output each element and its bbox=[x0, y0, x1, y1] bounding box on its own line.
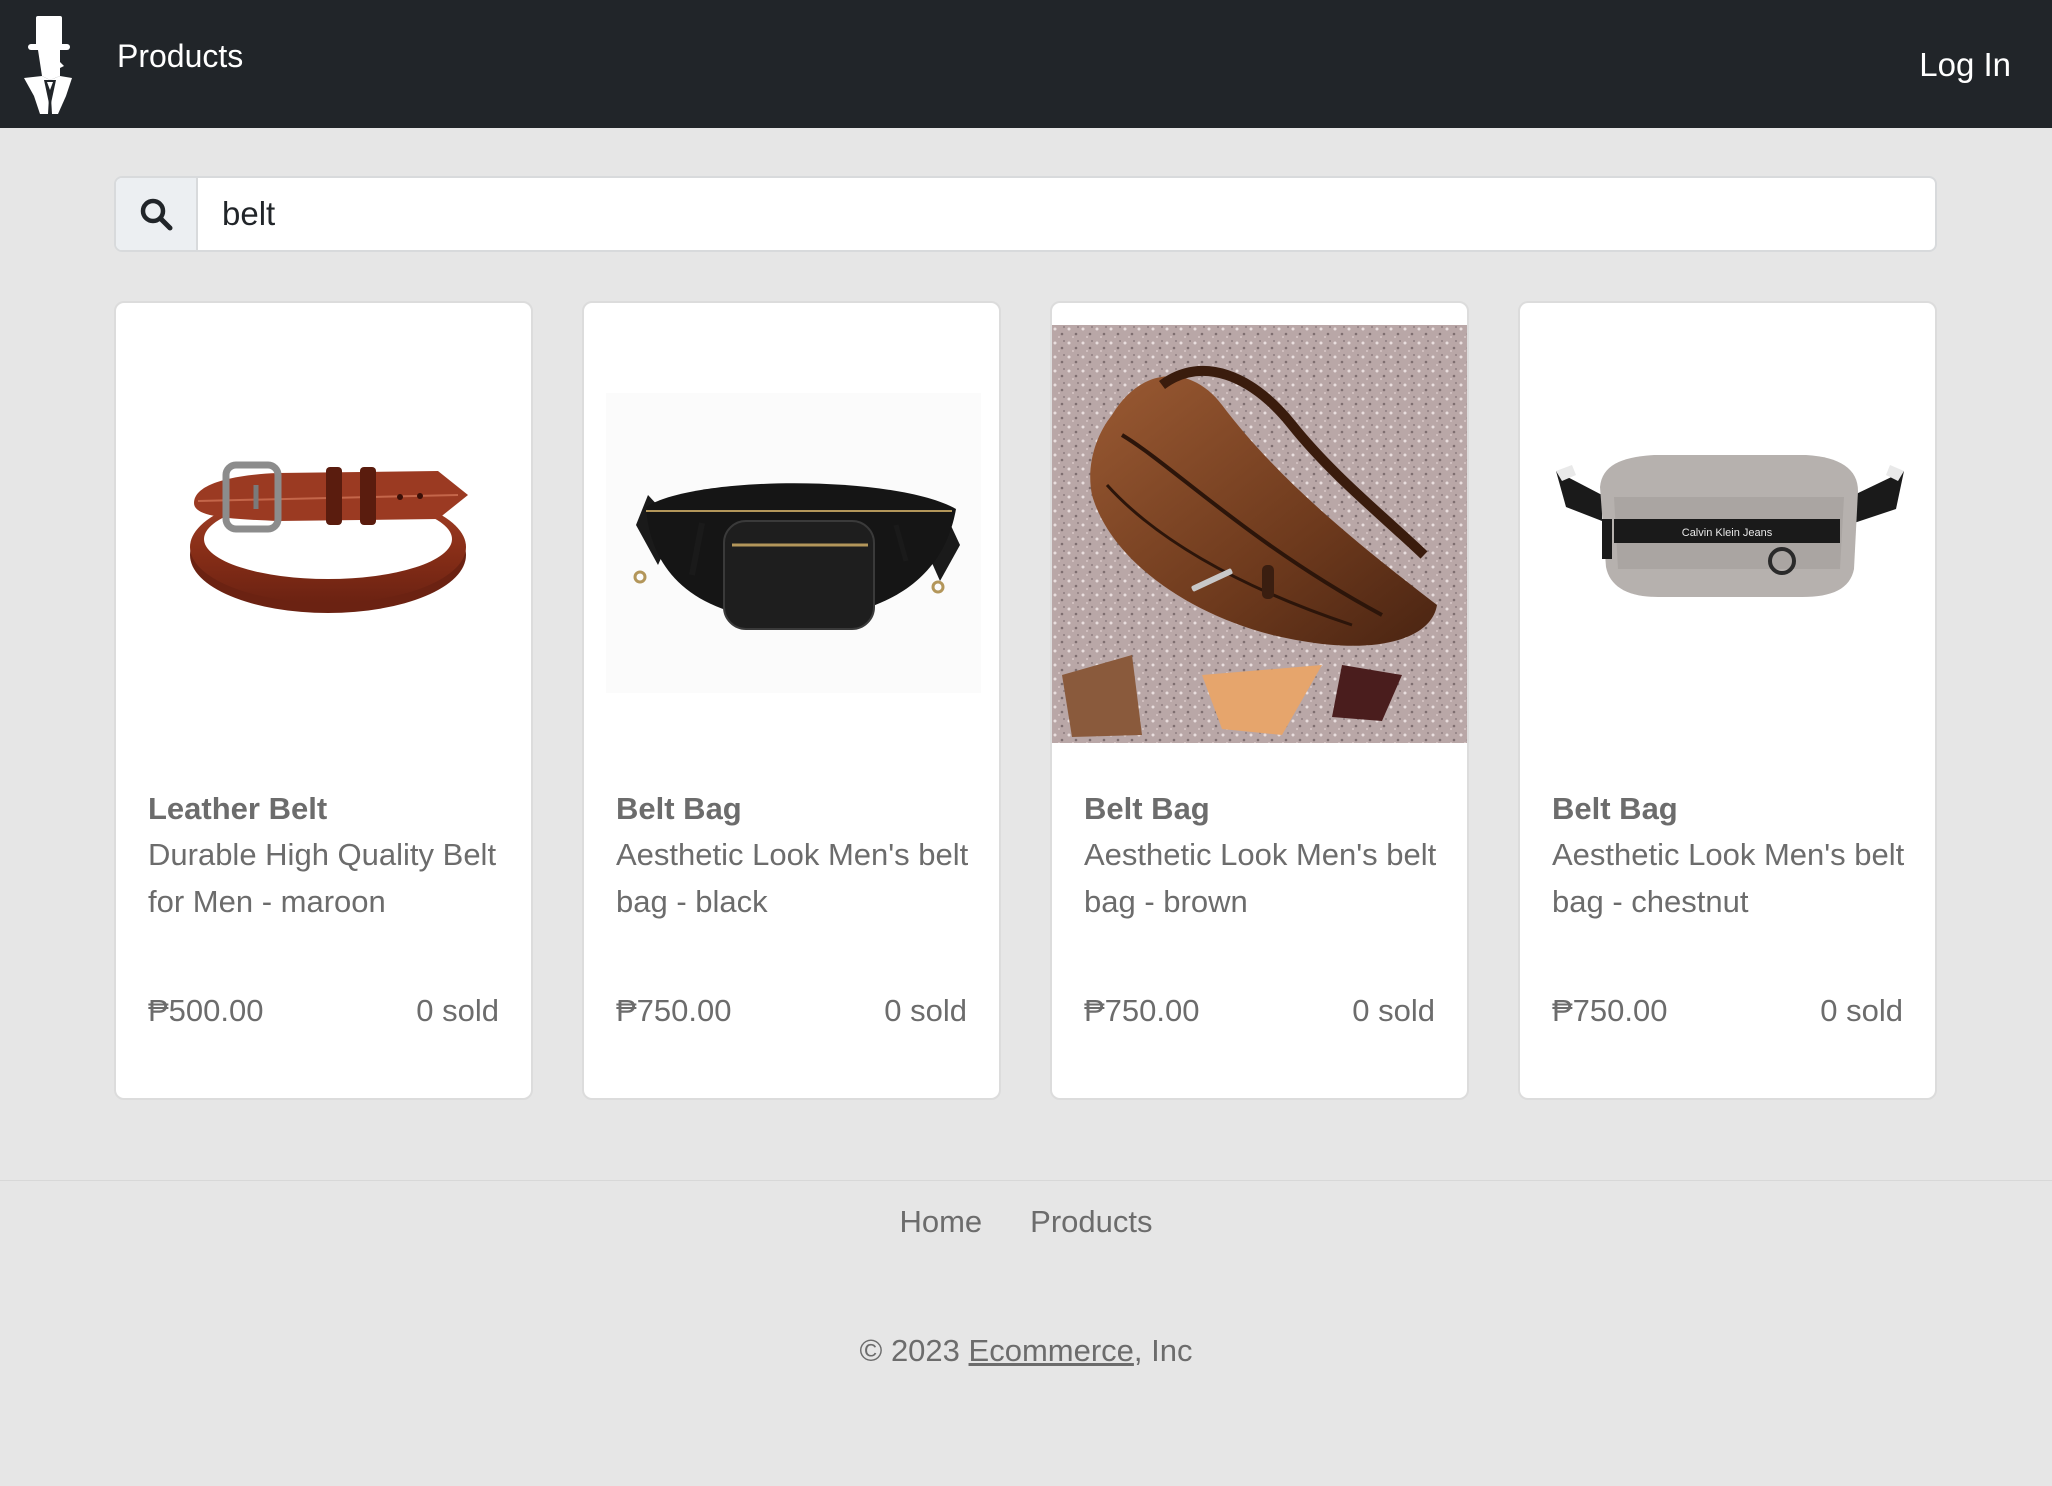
copyright-company-link[interactable]: Ecommerce bbox=[969, 1333, 1134, 1368]
product-sold-count: 0 sold bbox=[1820, 993, 1903, 1028]
product-card[interactable]: Leather Belt Durable High Quality Belt f… bbox=[114, 301, 533, 1100]
navbar: Products Log In bbox=[0, 0, 2052, 128]
product-image-brown-belt-bag[interactable] bbox=[1052, 325, 1467, 743]
product-image-black-belt-bag[interactable] bbox=[606, 325, 981, 743]
footer-divider bbox=[0, 1180, 2052, 1181]
product-description: Durable High Quality Belt for Men - maro… bbox=[148, 837, 497, 919]
copyright-prefix: © 2023 bbox=[859, 1333, 960, 1368]
footer-link-home[interactable]: Home bbox=[899, 1202, 982, 1242]
search-bar bbox=[114, 176, 1937, 252]
footer-link-products[interactable]: Products bbox=[1030, 1202, 1152, 1242]
product-title: Belt Bag bbox=[1084, 791, 1210, 826]
product-sold-count: 0 sold bbox=[1352, 993, 1435, 1028]
product-sold-count: 0 sold bbox=[416, 993, 499, 1028]
product-price: ₱750.00 bbox=[1552, 993, 1668, 1028]
product-price: ₱750.00 bbox=[616, 993, 732, 1028]
product-title: Belt Bag bbox=[616, 791, 742, 826]
product-card[interactable]: Calvin Klein Jeans Belt Bag Aesthetic Lo… bbox=[1518, 301, 1937, 1100]
product-card[interactable]: Belt Bag Aesthetic Look Men's belt bag -… bbox=[582, 301, 1001, 1100]
product-sold-count: 0 sold bbox=[884, 993, 967, 1028]
copyright-suffix: , Inc bbox=[1133, 1333, 1193, 1368]
product-price: ₱500.00 bbox=[148, 993, 264, 1028]
product-title: Leather Belt bbox=[148, 791, 328, 826]
brand-logo-icon[interactable] bbox=[20, 16, 76, 114]
product-image-maroon-leather-belt[interactable] bbox=[138, 325, 513, 743]
footer-nav: Home Products bbox=[0, 1202, 2052, 1242]
search-icon[interactable] bbox=[116, 178, 198, 250]
login-link[interactable]: Log In bbox=[1919, 44, 2011, 86]
product-image-chestnut-belt-bag[interactable]: Calvin Klein Jeans bbox=[1542, 325, 1917, 743]
product-description: Aesthetic Look Men's belt bag - chestnut bbox=[1552, 837, 1905, 919]
product-card[interactable]: Belt Bag Aesthetic Look Men's belt bag -… bbox=[1050, 301, 1469, 1100]
product-title: Belt Bag bbox=[1552, 791, 1678, 826]
nav-products-link[interactable]: Products bbox=[117, 36, 243, 76]
product-price: ₱750.00 bbox=[1084, 993, 1200, 1028]
copyright: © 2023 Ecommerce, Inc bbox=[0, 1331, 2052, 1371]
bag-brand-label: Calvin Klein Jeans bbox=[1682, 527, 1773, 539]
product-description: Aesthetic Look Men's belt bag - brown bbox=[1084, 837, 1437, 919]
search-input[interactable] bbox=[198, 178, 1935, 250]
product-description: Aesthetic Look Men's belt bag - black bbox=[616, 837, 969, 919]
